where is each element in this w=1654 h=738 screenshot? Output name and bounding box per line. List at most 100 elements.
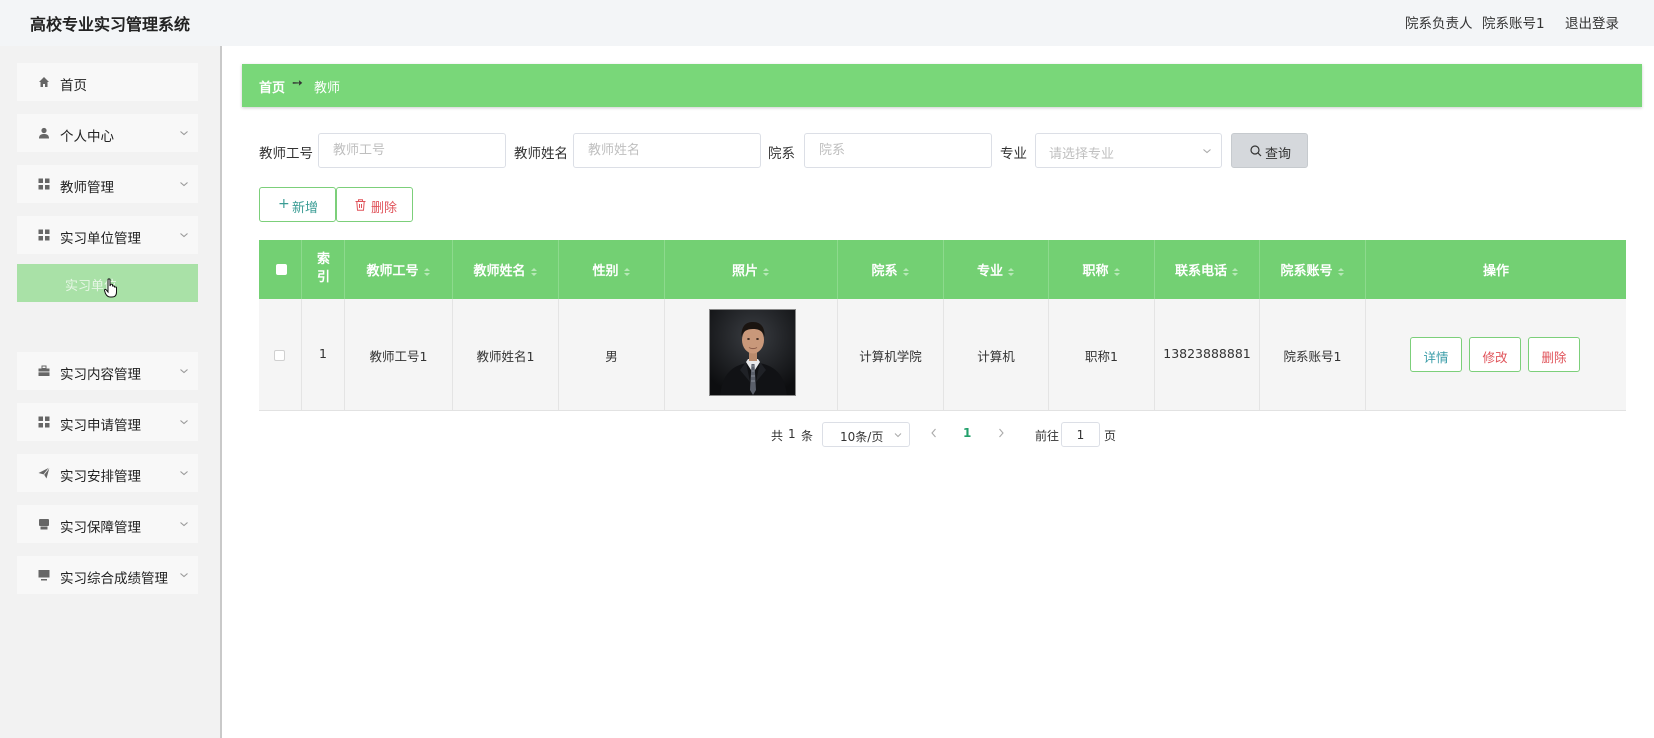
- sort-icon[interactable]: [1007, 267, 1015, 277]
- chevron-right-icon[interactable]: [996, 427, 1006, 439]
- department-label: 院系: [768, 146, 795, 162]
- major-select-placeholder: 请选择专业: [1049, 147, 1115, 162]
- chevron-down-icon: [180, 522, 188, 527]
- sidebar-item-internship-content-management[interactable]: 实习内容管理: [17, 352, 198, 390]
- row-index: 1: [319, 346, 327, 361]
- column-header-dept-account: 院系账号: [1280, 264, 1333, 279]
- sidebar-item-label: 实习单位管理: [60, 231, 141, 247]
- chevron-down-icon: [180, 369, 188, 374]
- search-icon: [1250, 145, 1262, 157]
- sort-icon[interactable]: [1231, 267, 1239, 277]
- breadcrumb-home-link[interactable]: 首页: [259, 77, 285, 96]
- gender-cell: 男: [559, 299, 665, 410]
- column-header-phone: 联系电话: [1174, 264, 1227, 279]
- row-teacher-name: 教师姓名1: [476, 349, 535, 364]
- header-major-cell[interactable]: 专业: [944, 240, 1049, 299]
- sidebar-item-teacher-management[interactable]: 教师管理: [17, 165, 198, 203]
- sidebar-item-internship-arrangement-management[interactable]: 实习安排管理: [17, 454, 198, 492]
- sidebar-item-internship-application-management[interactable]: 实习申请管理: [17, 403, 198, 441]
- trash-icon: [355, 199, 366, 211]
- sort-icon[interactable]: [423, 267, 431, 277]
- header-gender-cell[interactable]: 性别: [559, 240, 665, 299]
- app-title: 高校专业实习管理系统: [30, 15, 191, 34]
- detail-button-label: 详情: [1423, 350, 1449, 365]
- hand-cursor-icon: [104, 278, 117, 298]
- sort-icon[interactable]: [1337, 267, 1345, 277]
- batch-delete-button[interactable]: 删除: [336, 187, 413, 222]
- teacher-name-input[interactable]: [573, 133, 761, 168]
- sidebar-item-home[interactable]: 首页: [17, 63, 198, 101]
- row-select-cell: [259, 299, 302, 410]
- sort-icon[interactable]: [902, 267, 910, 277]
- column-header-teacher-id: 教师工号: [366, 264, 419, 279]
- briefcase-icon: [38, 365, 50, 376]
- row-major: 计算机: [977, 349, 1015, 364]
- column-header-teacher-name: 教师姓名: [473, 264, 526, 279]
- phone-cell: 13823888881: [1155, 299, 1260, 410]
- teacher-id-cell: 教师工号1: [345, 299, 453, 410]
- header-phone-cell[interactable]: 联系电话: [1155, 240, 1260, 299]
- batch-delete-button-label: 删除: [371, 201, 398, 216]
- select-all-checkbox[interactable]: [276, 264, 287, 275]
- grid-icon: [38, 178, 50, 190]
- header-dept-account-cell[interactable]: 院系账号: [1260, 240, 1366, 299]
- goto-prefix: 前往: [1035, 429, 1060, 443]
- chevron-down-icon: [1203, 149, 1211, 154]
- header-photo-cell[interactable]: 照片: [665, 240, 838, 299]
- monitor-icon: [38, 570, 50, 581]
- sidebar-item-personal-center[interactable]: 个人中心: [17, 114, 198, 152]
- sidebar-item-label: 个人中心: [60, 129, 114, 145]
- sort-icon[interactable]: [762, 267, 770, 277]
- delete-button[interactable]: 删除: [1528, 337, 1580, 372]
- page-size-select[interactable]: 10条/页: [822, 422, 910, 447]
- top-header: 高校专业实习管理系统 院系负责人 院系账号1 退出登录: [0, 0, 1654, 46]
- teacher-photo: [709, 309, 796, 396]
- goto-page-input[interactable]: [1061, 422, 1100, 447]
- sidebar-item-internship-unit-management[interactable]: 实习单位管理: [17, 216, 198, 254]
- title-cell: 职称1: [1049, 299, 1155, 410]
- delete-button-label: 删除: [1541, 350, 1567, 365]
- pagination-total-prefix: 共: [771, 429, 784, 443]
- teacher-id-input[interactable]: [318, 133, 506, 168]
- sort-icon[interactable]: [530, 267, 538, 277]
- detail-button[interactable]: 详情: [1410, 337, 1462, 372]
- sidebar-item-label: 实习综合成绩管理: [60, 571, 168, 587]
- header-teacher-id-cell[interactable]: 教师工号: [345, 240, 453, 299]
- column-header-photo: 照片: [731, 264, 758, 279]
- sidebar-item-label: 教师管理: [60, 180, 114, 196]
- header-title-cell[interactable]: 职称: [1049, 240, 1155, 299]
- chevron-down-icon: [894, 433, 902, 438]
- chevron-down-icon: [180, 131, 188, 136]
- major-label: 专业: [1000, 146, 1027, 162]
- header-department-cell[interactable]: 院系: [838, 240, 944, 299]
- page-number-current[interactable]: 1: [963, 426, 971, 440]
- header-teacher-name-cell[interactable]: 教师姓名: [453, 240, 559, 299]
- add-button-label: 新增: [292, 201, 319, 216]
- logout-link[interactable]: 退出登录: [1565, 12, 1619, 32]
- row-title: 职称1: [1085, 349, 1118, 364]
- goto-suffix: 页: [1104, 429, 1117, 443]
- column-header-operation: 操作: [1482, 264, 1509, 279]
- sidebar: 首页 个人中心 教师管理 实习单位管理 实习内容管理 实习申请管理 实习安排管理…: [0, 46, 222, 738]
- sort-icon[interactable]: [1113, 267, 1121, 277]
- breadcrumb-separator-icon: ➙: [292, 76, 303, 91]
- sidebar-item-label: 实习申请管理: [60, 418, 141, 434]
- search-button[interactable]: 查询: [1231, 133, 1308, 168]
- sort-icon[interactable]: [623, 267, 631, 277]
- major-select[interactable]: 请选择专业: [1035, 133, 1222, 168]
- edit-button[interactable]: 修改: [1469, 337, 1521, 372]
- row-checkbox[interactable]: [274, 350, 285, 361]
- grid-icon: [38, 416, 50, 428]
- teacher-id-label: 教师工号: [259, 146, 313, 162]
- sidebar-item-comprehensive-score-management[interactable]: 实习综合成绩管理: [17, 556, 198, 594]
- add-button[interactable]: + 新增: [259, 187, 336, 222]
- teacher-name-cell: 教师姓名1: [453, 299, 559, 410]
- header-index-cell: 索引: [302, 240, 345, 299]
- sidebar-item-internship-guarantee-management[interactable]: 实习保障管理: [17, 505, 198, 543]
- department-input[interactable]: [804, 133, 992, 168]
- chevron-left-icon[interactable]: [929, 427, 939, 439]
- column-header-title: 职称: [1082, 264, 1109, 279]
- sidebar-item-label: 实习安排管理: [60, 469, 141, 485]
- table-header: 索引 教师工号 教师姓名 性别 照片 院系 专业 职称 联系电话 院系账号 操作: [259, 240, 1626, 299]
- header-select-cell: [259, 240, 302, 299]
